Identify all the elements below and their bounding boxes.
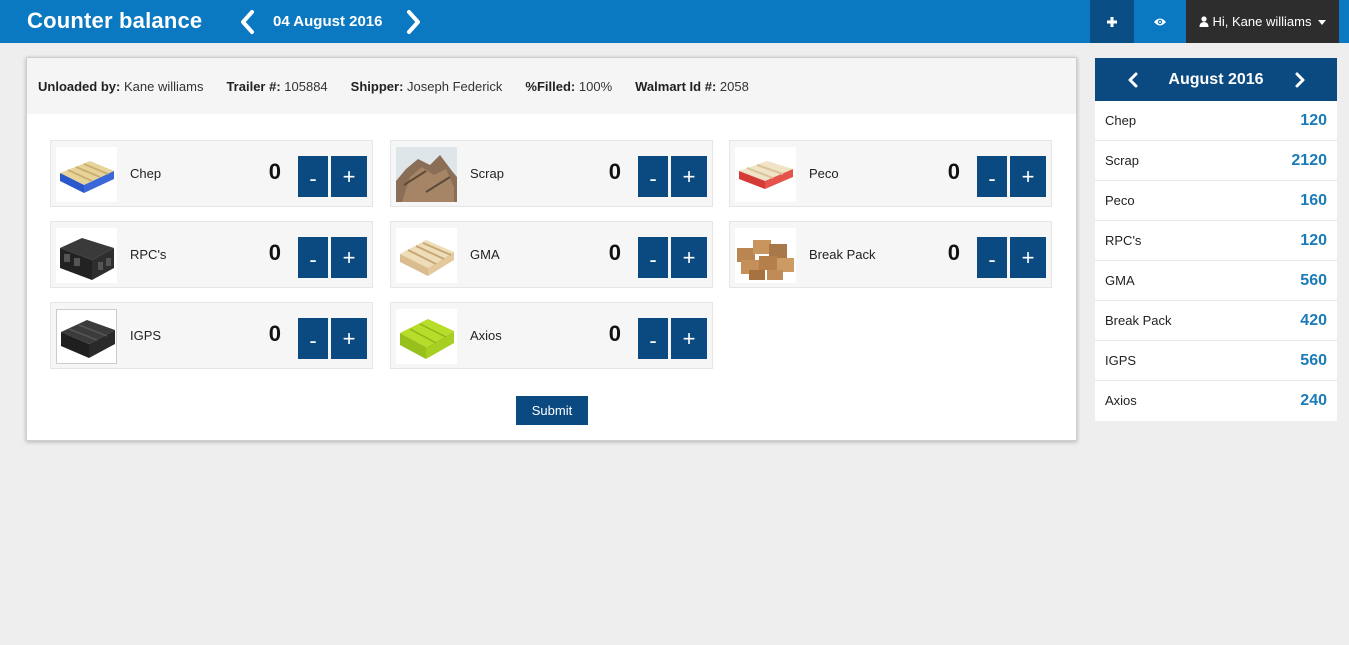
increment-button[interactable]: +: [1010, 237, 1046, 278]
item-card-rpcs: RPC's 0 - +: [50, 221, 373, 288]
summary-name: RPC's: [1105, 233, 1142, 248]
decrement-button[interactable]: -: [298, 156, 328, 197]
summary-name: Chep: [1105, 113, 1137, 128]
increment-button[interactable]: +: [671, 237, 707, 278]
walmart-id: Walmart Id #: 2058: [635, 78, 749, 94]
item-name: Scrap: [470, 166, 504, 181]
decrement-button[interactable]: -: [638, 156, 668, 197]
summary-value: 120: [1300, 232, 1327, 249]
user-greeting: Hi, Kane williams: [1212, 14, 1312, 29]
summary-name: IGPS: [1105, 353, 1137, 368]
summary-value: 420: [1300, 312, 1327, 329]
scrap-pile-image: [396, 147, 457, 202]
chevron-right-icon: [1295, 72, 1305, 88]
item-name: IGPS: [130, 328, 162, 343]
unloaded-by: Unloaded by: Kane williams: [38, 78, 204, 94]
summary-row: IGPS 560: [1095, 341, 1337, 381]
item-name: Peco: [809, 166, 839, 181]
item-name: Break Pack: [809, 247, 876, 262]
summary-row: Peco 160: [1095, 181, 1337, 221]
chep-pallet-image: [56, 147, 117, 202]
caret-down-icon: [1318, 19, 1327, 25]
summary-name: Break Pack: [1105, 313, 1172, 328]
app-title: Counter balance: [27, 8, 203, 33]
increment-button[interactable]: +: [331, 237, 367, 278]
item-card-break-pack: Break Pack 0 - +: [729, 221, 1052, 288]
summary-row: GMA 560: [1095, 261, 1337, 301]
monthly-summary-panel: August 2016 Chep 120 Scrap 2120 Peco 160…: [1095, 58, 1337, 421]
summary-name: Peco: [1105, 193, 1135, 208]
summary-value: 240: [1300, 392, 1327, 409]
rpc-crate-image: [56, 228, 117, 283]
summary-row: Break Pack 420: [1095, 301, 1337, 341]
item-count: 0: [268, 321, 281, 346]
percent-filled: %Filled: 100%: [525, 78, 613, 94]
plus-icon: [1107, 16, 1117, 27]
shipment-info-bar: Unloaded by: Kane williams Trailer #: 10…: [27, 58, 1076, 114]
decrement-button[interactable]: -: [977, 237, 1007, 278]
chevron-left-icon: [241, 10, 254, 34]
break-pack-boxes-image: [735, 228, 796, 283]
increment-button[interactable]: +: [671, 318, 707, 359]
next-date-button[interactable]: [401, 9, 425, 35]
summary-name: GMA: [1105, 273, 1135, 288]
summary-row: Axios 240: [1095, 381, 1337, 421]
user-icon: [1199, 16, 1208, 27]
decrement-button[interactable]: -: [298, 237, 328, 278]
eye-icon: [1154, 18, 1166, 25]
summary-row: Chep 120: [1095, 101, 1337, 141]
increment-button[interactable]: +: [671, 156, 707, 197]
month-header: August 2016: [1095, 58, 1337, 101]
counter-card: Unloaded by: Kane williams Trailer #: 10…: [26, 57, 1077, 441]
item-count: 0: [947, 159, 960, 184]
item-count: 0: [608, 240, 621, 265]
axios-pallet-image: [396, 309, 457, 364]
add-button[interactable]: [1090, 0, 1134, 43]
summary-row: RPC's 120: [1095, 221, 1337, 261]
summary-name: Axios: [1105, 393, 1137, 408]
summary-value: 160: [1300, 192, 1327, 209]
item-name: RPC's: [130, 247, 167, 262]
item-card-peco: Peco 0 - +: [729, 140, 1052, 207]
summary-name: Scrap: [1105, 153, 1139, 168]
decrement-button[interactable]: -: [638, 318, 668, 359]
submit-button[interactable]: Submit: [516, 396, 588, 425]
increment-button[interactable]: +: [331, 318, 367, 359]
increment-button[interactable]: +: [1010, 156, 1046, 197]
decrement-button[interactable]: -: [638, 237, 668, 278]
item-card-igps: IGPS 0 - +: [50, 302, 373, 369]
item-count: 0: [608, 159, 621, 184]
shipper: Shipper: Joseph Federick: [350, 78, 503, 94]
item-count: 0: [608, 321, 621, 346]
item-card-axios: Axios 0 - +: [390, 302, 713, 369]
summary-value: 560: [1300, 272, 1327, 289]
prev-date-button[interactable]: [236, 9, 260, 35]
decrement-button[interactable]: -: [298, 318, 328, 359]
chevron-right-icon: [407, 10, 420, 34]
item-name: Axios: [470, 328, 502, 343]
user-menu[interactable]: Hi, Kane williams: [1186, 0, 1339, 43]
view-button[interactable]: [1134, 0, 1186, 43]
item-name: Chep: [130, 166, 162, 181]
item-name: GMA: [470, 247, 500, 262]
item-card-gma: GMA 0 - +: [390, 221, 713, 288]
summary-value: 2120: [1291, 152, 1327, 169]
trailer-number: Trailer #: 105884: [226, 78, 328, 94]
next-month-button[interactable]: [1293, 72, 1307, 88]
item-count: 0: [947, 240, 960, 265]
item-card-chep: Chep 0 - +: [50, 140, 373, 207]
peco-pallet-image: [735, 147, 796, 202]
decrement-button[interactable]: -: [977, 156, 1007, 197]
gma-pallet-image: [396, 228, 457, 283]
item-card-scrap: Scrap 0 - +: [390, 140, 713, 207]
item-count: 0: [268, 240, 281, 265]
item-count: 0: [268, 159, 281, 184]
increment-button[interactable]: +: [331, 156, 367, 197]
top-bar: Counter balance 04 August 2016 Hi, Kane …: [0, 0, 1349, 43]
igps-pallet-image: [56, 309, 117, 364]
summary-value: 120: [1300, 112, 1327, 129]
summary-value: 560: [1300, 352, 1327, 369]
current-date: 04 August 2016: [273, 13, 383, 30]
summary-row: Scrap 2120: [1095, 141, 1337, 181]
